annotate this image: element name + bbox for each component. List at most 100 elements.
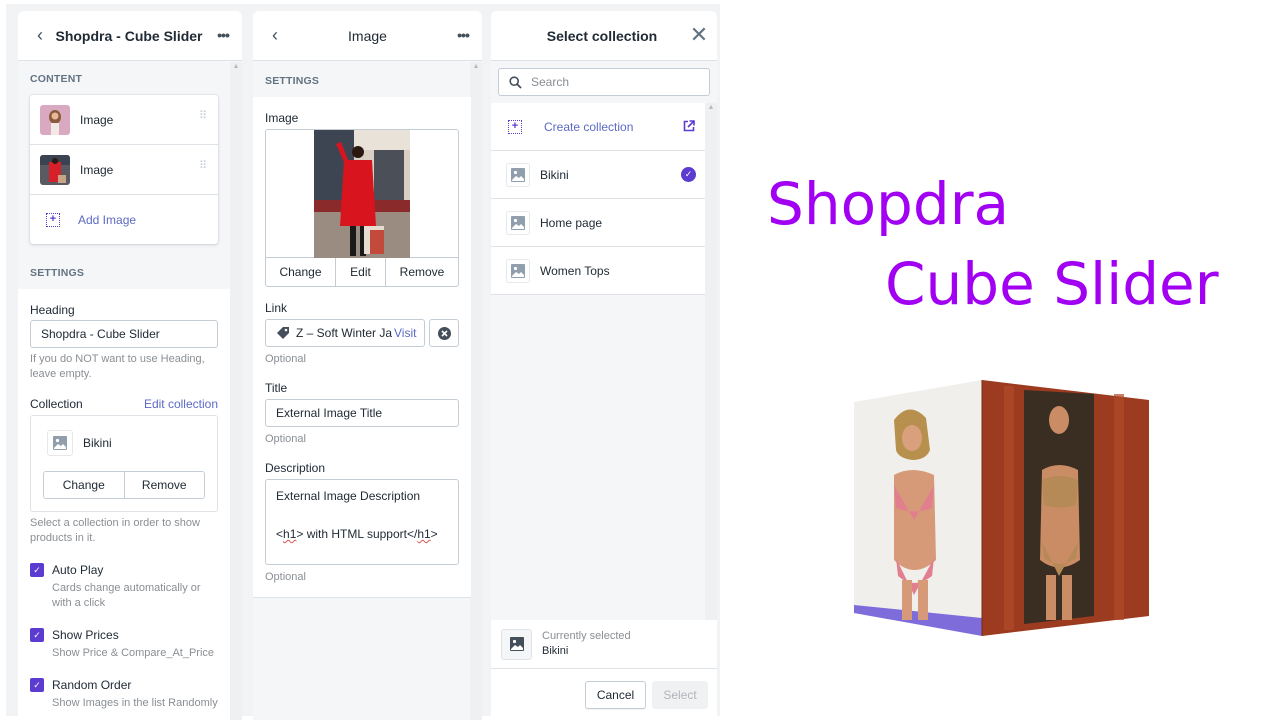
collection-label: Home page (540, 215, 603, 230)
visit-link[interactable]: Visit (394, 326, 416, 340)
search-placeholder: Search (531, 75, 570, 89)
content-item-image-2[interactable]: Image ⠿ (30, 145, 218, 195)
link-field: Z – Soft Winter Jacket Visit (265, 319, 459, 347)
currently-selected-value: Bikini (542, 645, 569, 657)
block-panel-scrollbar[interactable]: ▲ (230, 62, 242, 720)
heading-input[interactable]: Shopdra - Cube Slider (30, 320, 218, 348)
checkbox-label: Auto Play (52, 563, 104, 577)
search-input[interactable]: Search (498, 68, 710, 96)
description-text: < (276, 527, 284, 541)
collection-item-bikini[interactable]: Bikini ✓ (491, 151, 705, 199)
select-button[interactable]: Select (652, 681, 708, 709)
random-order-checkbox-row[interactable]: ✓ Random Order Show Images in the list R… (30, 678, 225, 711)
content-section-title: CONTENT (30, 73, 83, 85)
link-label: Link (265, 301, 288, 315)
random-order-checkbox[interactable]: ✓ (30, 678, 44, 692)
collection-item-home-page[interactable]: Home page (491, 199, 705, 247)
collection-label: Bikini (540, 167, 569, 182)
image-thumbnail (40, 104, 70, 135)
image-placeholder-icon (506, 210, 530, 235)
heading-help-text: If you do NOT want to use Heading, leave… (30, 353, 205, 380)
selected-collection-name: Bikini (83, 436, 112, 450)
content-item-image-1[interactable]: Image ⠿ (30, 95, 218, 145)
show-prices-checkbox-row[interactable]: ✓ Show Prices Show Price & Compare_At_Pr… (30, 628, 220, 661)
add-image-button[interactable]: + Add Image (30, 195, 218, 244)
panel-title: Shopdra - Cube Slider (55, 27, 203, 44)
autoplay-checkbox-row[interactable]: ✓ Auto Play Cards change automatically o… (30, 563, 220, 611)
description-line-1: External Image Description (276, 489, 421, 503)
content-list: Image ⠿ Image ⠿ + Add Image (30, 95, 218, 244)
block-panel-header: ‹ Shopdra - Cube Slider ••• (18, 11, 242, 61)
brand-title-line-2: Cube Slider (885, 250, 1219, 318)
image-preview (266, 130, 458, 258)
search-icon (509, 75, 522, 89)
drag-handle-icon[interactable]: ⠿ (199, 111, 207, 122)
image-placeholder-icon (506, 162, 530, 187)
checkbox-description: Cards change automatically or with a cli… (52, 582, 201, 609)
cancel-button[interactable]: Cancel (585, 681, 646, 709)
collection-list-scrollbar[interactable]: ▲ (705, 103, 717, 620)
checkbox-label: Random Order (52, 678, 132, 692)
scroll-up-arrow-icon[interactable]: ▲ (230, 62, 242, 72)
cube-face-left (854, 380, 982, 636)
scroll-up-arrow-icon[interactable]: ▲ (705, 103, 717, 113)
change-image-button[interactable]: Change (266, 258, 336, 286)
cube-slider-preview (854, 380, 1149, 636)
spellcheck-word: h1 (283, 527, 297, 541)
settings-section-title: SETTINGS (265, 75, 320, 87)
image-thumbnail (40, 154, 70, 185)
image-settings-body: Image Change Edit Remove Link Z – Soft W… (253, 97, 471, 598)
chevron-left-icon[interactable]: ‹ (265, 25, 285, 45)
add-image-label: Add Image (78, 212, 137, 227)
description-textarea[interactable]: External Image Description <h1> with HTM… (265, 479, 459, 565)
select-collection-dialog: Select collection ✕ Search ▲ + Create co… (491, 11, 717, 720)
close-circle-icon (437, 326, 451, 340)
panel-title: Image (348, 27, 387, 44)
description-text: > (430, 527, 438, 541)
drag-handle-icon[interactable]: ⠿ (199, 161, 207, 172)
image-placeholder-icon (47, 430, 73, 456)
change-collection-button[interactable]: Change (44, 472, 125, 498)
show-prices-checkbox[interactable]: ✓ (30, 628, 44, 642)
image-panel-scrollbar[interactable]: ▲ (470, 62, 482, 720)
content-item-label: Image (80, 112, 114, 127)
description-label: Description (265, 461, 326, 475)
checkbox-description: Show Images in the list Randomly (52, 697, 218, 709)
close-icon[interactable]: ✕ (689, 24, 709, 47)
more-horizontal-icon[interactable]: ••• (452, 25, 474, 45)
brand-title-line-1: Shopdra (767, 170, 1010, 238)
checkbox-label: Show Prices (52, 628, 119, 642)
autoplay-checkbox[interactable]: ✓ (30, 563, 44, 577)
remove-image-button[interactable]: Remove (386, 258, 458, 286)
chevron-left-icon[interactable]: ‹ (30, 25, 50, 45)
title-input[interactable]: External Image Title (265, 399, 459, 427)
woman-red-coat-image (314, 130, 410, 258)
edit-collection-link[interactable]: Edit collection (144, 397, 218, 411)
collection-list: + Create collection Bikini ✓ Home page W… (491, 103, 705, 295)
external-link-icon[interactable] (683, 120, 695, 132)
description-line-2: <h1> with HTML support</h1> (276, 525, 448, 544)
image-placeholder-icon (501, 628, 532, 660)
collection-item-women-tops[interactable]: Women Tops (491, 247, 705, 295)
scroll-up-arrow-icon[interactable]: ▲ (470, 62, 482, 72)
collection-picker: Bikini Change Remove (30, 415, 218, 512)
more-horizontal-icon[interactable]: ••• (212, 25, 234, 45)
create-collection-button[interactable]: + Create collection (491, 103, 705, 151)
block-settings-panel: ‹ Shopdra - Cube Slider ••• ▲ CONTENT Im… (18, 11, 242, 720)
create-collection-label: Create collection (544, 119, 634, 134)
collection-help-text: Select a collection in order to show pro… (30, 517, 200, 544)
link-input[interactable]: Z – Soft Winter Jacket Visit (265, 319, 425, 347)
add-block-icon: + (46, 212, 60, 227)
selected-check-icon: ✓ (681, 167, 696, 182)
settings-section-title: SETTINGS (30, 267, 85, 279)
checkbox-description: Show Price & Compare_At_Price (52, 647, 215, 659)
dialog-title: Select collection (546, 27, 658, 44)
spellcheck-word: h1 (417, 527, 431, 541)
edit-image-button[interactable]: Edit (336, 258, 386, 286)
remove-collection-button[interactable]: Remove (124, 472, 204, 498)
image-panel-header: ‹ Image ••• (253, 11, 482, 61)
collection-label: Collection (30, 397, 83, 411)
clear-link-button[interactable] (429, 319, 459, 347)
currently-selected-label: Currently selected (542, 630, 631, 642)
collection-label: Women Tops (540, 263, 610, 278)
